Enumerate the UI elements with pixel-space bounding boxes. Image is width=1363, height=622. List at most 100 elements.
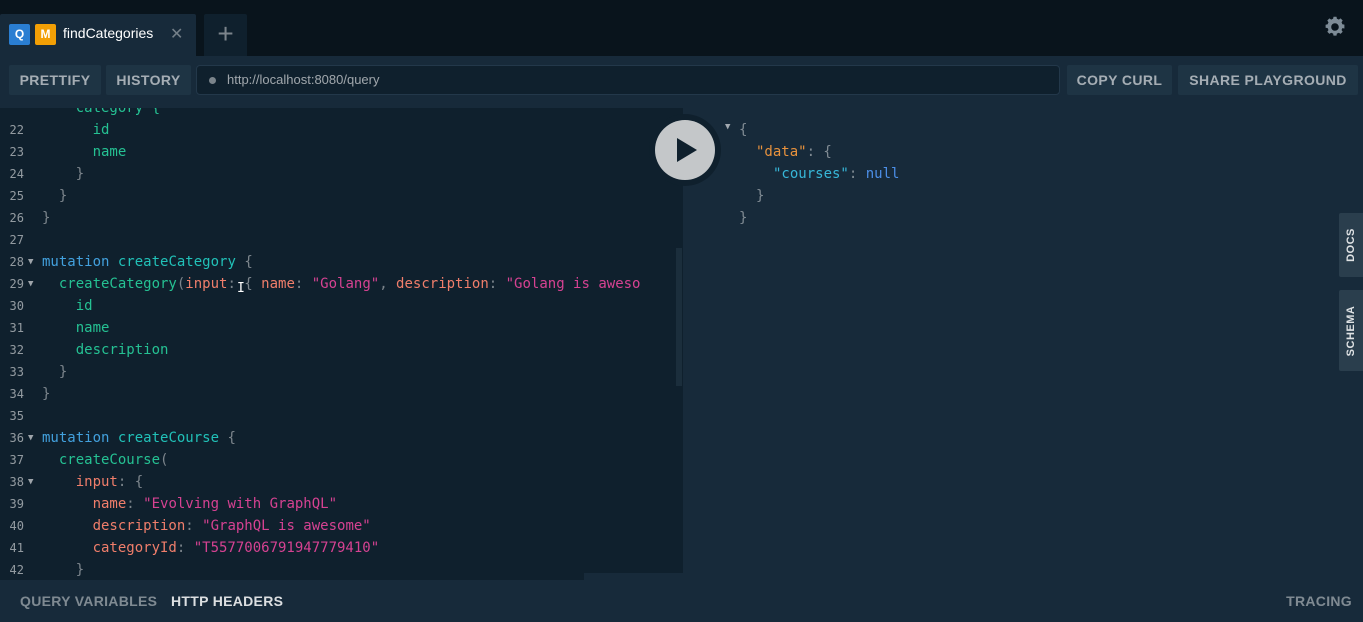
code-line[interactable]: 35 [0,405,683,427]
line-number: 28 [9,255,24,269]
line-number: 27 [9,233,24,247]
code-line[interactable]: 23 name [0,141,683,163]
code-token: : [185,518,203,534]
line-number: 39 [9,497,24,511]
code-text: id [42,295,93,317]
result-line: { [739,119,747,141]
endpoint-url-input[interactable]: http://localhost:8080/query [196,65,1060,95]
json-token: : { [806,144,832,160]
code-line[interactable]: 41 categoryId: "T5577006791947779410" [0,537,683,559]
close-icon[interactable]: ✕ [170,24,183,44]
code-token: description [396,276,489,292]
gear-icon[interactable] [1323,15,1347,39]
code-line[interactable]: 29 ▼ createCategory(input: { name: "Golan… [0,273,683,295]
code-token: : [294,276,312,292]
copy-curl-button[interactable]: COPY CURL [1067,65,1172,95]
line-number: 23 [9,145,24,159]
code-token: : { [117,474,144,490]
code-token: { [219,430,236,446]
code-line[interactable]: 38 ▼ input: { [0,471,683,493]
run-query-button[interactable] [649,114,721,186]
code-text: createCourse( [42,449,169,471]
result-line: "data": { [756,141,832,163]
code-line[interactable]: 26} [0,207,683,229]
code-token: } [42,166,85,182]
code-text: categoryId: "T5577006791947779410" [42,537,380,559]
code-text: id [42,119,110,141]
triangle-down-icon[interactable]: ▼ [28,427,33,449]
tab-find-categories[interactable]: Q M findCategories ✕ [0,14,196,56]
query-variables-tab[interactable]: QUERY VARIABLES [20,593,157,609]
http-headers-tab[interactable]: HTTP HEADERS [171,593,283,609]
code-text: mutation createCourse { [42,427,236,449]
code-text: description: "GraphQL is awesome" [42,515,371,537]
code-text: name: "Evolving with GraphQL" [42,493,337,515]
history-button[interactable]: HISTORY [106,65,191,95]
code-token: createCourse [117,430,220,446]
result-line: } [739,207,747,229]
json-token: "courses" [773,166,849,182]
line-number: 41 [9,541,24,555]
code-line[interactable]: 22 id [0,119,683,141]
code-token: name [42,320,110,336]
code-token: createCourse [42,452,161,468]
result-line: } [756,185,764,207]
json-token: { [739,122,748,138]
code-line[interactable]: 24 } [0,163,683,185]
line-number: 32 [9,343,24,357]
query-editor[interactable]: I category {22 id 23 name 24 } 25 } 26} 27 28 ▼… [0,108,683,580]
code-text: } [42,361,67,383]
code-line[interactable]: 42 } [0,559,683,580]
result-pane: ▼ {"data": {"courses": null}} [683,108,1363,580]
line-number: 31 [9,321,24,335]
tab-bar: Q M findCategories ✕ + [0,0,1363,56]
line-number: 26 [9,211,24,225]
code-line[interactable]: 33 } [0,361,683,383]
code-line[interactable]: 40 description: "GraphQL is awesome" [0,515,683,537]
json-token: } [756,188,765,204]
schema-tab[interactable]: SCHEMA [1339,290,1363,371]
line-number: 22 [9,123,24,137]
docs-tab[interactable]: DOCS [1339,213,1363,277]
code-token: : [488,276,506,292]
code-line[interactable]: 39 name: "Evolving with GraphQL" [0,493,683,515]
code-line[interactable]: 30 id [0,295,683,317]
code-token: : [176,540,194,556]
code-token: category { [42,108,161,116]
code-text: } [42,185,67,207]
code-token: description [42,518,186,534]
code-token: createCategory [42,276,177,292]
code-token: "Golang" [311,276,380,292]
code-line[interactable]: 37 createCourse( [0,449,683,471]
code-token: } [42,210,51,226]
triangle-down-icon[interactable]: ▼ [28,273,33,295]
prettify-button[interactable]: PRETTIFY [9,65,101,95]
bottom-panel-bar: QUERY VARIABLES HTTP HEADERS TRACING [0,580,1363,622]
line-number: 24 [9,167,24,181]
line-number: 37 [9,453,24,467]
code-line[interactable]: 34} [0,383,683,405]
triangle-down-icon[interactable]: ▼ [28,471,33,493]
triangle-down-icon[interactable]: ▼ [28,251,33,273]
code-line[interactable]: 36 ▼ mutation createCourse { [0,427,683,449]
code-text: input: { [42,471,143,493]
code-line[interactable]: category { [0,108,683,119]
code-token: ( [160,452,169,468]
code-text: name [42,141,127,163]
tracing-tab[interactable]: TRACING [1286,593,1352,609]
docs-tab-label: DOCS [1345,228,1357,262]
query-badge: Q [9,24,30,45]
line-number: 25 [9,189,24,203]
add-tab-button[interactable]: + [204,14,247,56]
code-token: : [126,496,144,512]
code-line[interactable]: 27 [0,229,683,251]
code-line[interactable]: 31 name [0,317,683,339]
code-line[interactable]: 28 ▼ mutation createCategory { [0,251,683,273]
triangle-down-icon[interactable]: ▼ [725,122,730,132]
code-line[interactable]: 25 } [0,185,683,207]
line-number: 33 [9,365,24,379]
code-line[interactable]: 32 description [0,339,683,361]
share-playground-button[interactable]: SHARE PLAYGROUND [1178,65,1358,95]
